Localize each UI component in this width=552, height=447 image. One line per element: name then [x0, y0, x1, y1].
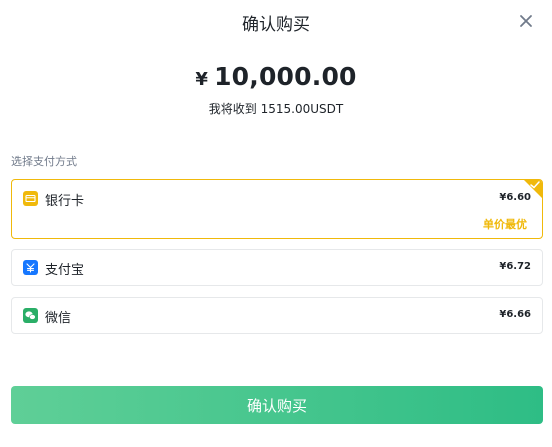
payment-option-label: 支付宝 — [45, 263, 85, 278]
alipay-icon — [23, 260, 38, 275]
best-price-tag: 单价最优 — [483, 218, 527, 231]
currency-symbol: ¥ — [195, 69, 209, 90]
payment-option-bank-card[interactable]: 银行卡 ¥6.60 单价最优 — [11, 179, 543, 239]
payment-option-label: 微信 — [45, 311, 72, 326]
bank-card-icon — [23, 191, 38, 206]
payment-option-price: ¥6.72 — [499, 261, 531, 272]
payment-section-label: 选择支付方式 — [11, 155, 77, 168]
close-icon[interactable] — [518, 13, 534, 29]
confirm-purchase-button[interactable]: 确认购买 — [11, 386, 543, 424]
purchase-amount: ¥10,000.00 — [0, 62, 552, 91]
wechat-icon — [23, 308, 38, 323]
dialog-title: 确认购买 — [242, 15, 310, 35]
check-icon — [530, 181, 540, 189]
amount-value: 10,000.00 — [214, 62, 357, 91]
payment-option-price: ¥6.66 — [499, 309, 531, 320]
payment-option-label: 银行卡 — [45, 194, 85, 209]
payment-option-wechat[interactable]: 微信 ¥6.66 — [11, 297, 543, 334]
payment-option-alipay[interactable]: 支付宝 ¥6.72 — [11, 249, 543, 286]
receive-text: 我将收到 1515.00USDT — [208, 102, 344, 116]
